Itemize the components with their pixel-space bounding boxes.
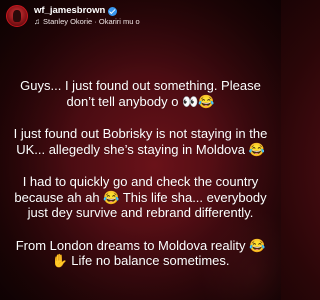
song-line[interactable]: ♫ Stanley Okorie · Okariri mu o bbox=[34, 16, 140, 27]
verified-badge-icon bbox=[108, 6, 118, 16]
story-paragraph-4: From London dreams to Moldova reality 😂✋… bbox=[15, 237, 266, 269]
story-paragraph-3: I had to quickly go and check the countr… bbox=[14, 174, 267, 220]
music-note-icon: ♫ bbox=[34, 16, 40, 26]
story-meta: wf_jamesbrown ♫ Stanley Okorie · Okariri… bbox=[34, 6, 140, 26]
story-paragraph-1: Guys... I just found out something. Plea… bbox=[20, 78, 261, 109]
story-header: wf_jamesbrown ♫ Stanley Okorie · Okariri… bbox=[6, 3, 275, 29]
avatar[interactable] bbox=[6, 5, 28, 27]
song-title: Stanley Okorie · Okariri mu o bbox=[43, 17, 140, 27]
story-text: Guys... I just found out something. Plea… bbox=[10, 78, 271, 269]
story-paragraph-2: I just found out Bobrisky is not staying… bbox=[13, 126, 268, 157]
username[interactable]: wf_jamesbrown bbox=[34, 6, 105, 16]
user-line: wf_jamesbrown bbox=[34, 6, 140, 16]
story-viewer[interactable]: wf_jamesbrown ♫ Stanley Okorie · Okariri… bbox=[0, 0, 281, 300]
